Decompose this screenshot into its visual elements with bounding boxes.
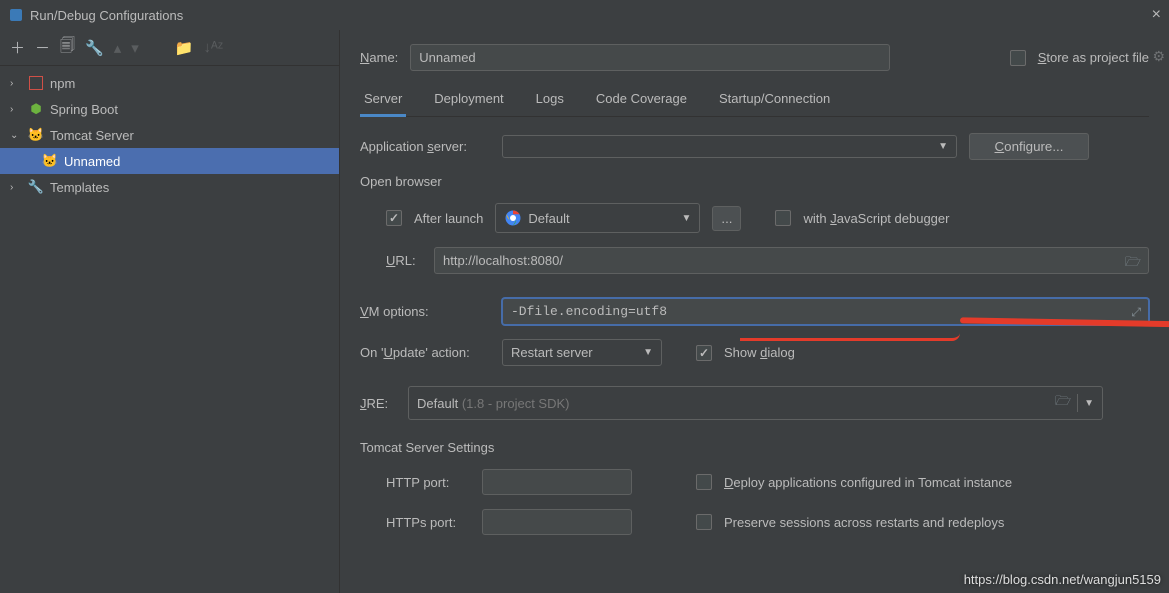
browser-dropdown[interactable]: Default ▼ (495, 203, 700, 233)
chevron-down-icon: ⌄ (10, 130, 22, 141)
up-icon[interactable]: ▴ (114, 39, 122, 57)
tree-label: Unnamed (64, 154, 120, 169)
tomcat-settings-label: Tomcat Server Settings (360, 440, 1149, 455)
chevron-down-icon: ▼ (681, 213, 691, 224)
tab-logs[interactable]: Logs (532, 85, 568, 116)
tree-node-npm[interactable]: › npm (0, 70, 339, 96)
configure-button[interactable]: Configure... (969, 133, 1089, 160)
gear-icon[interactable]: ⚙ (1152, 48, 1165, 65)
deploy-apps-checkbox[interactable] (696, 474, 712, 490)
js-debugger-label: with JavaScript debugger (803, 211, 949, 226)
remove-icon[interactable]: － (35, 37, 50, 58)
tree-label: Tomcat Server (50, 128, 134, 143)
tree-node-spring-boot[interactable]: › ⬢ Spring Boot (0, 96, 339, 122)
https-port-input[interactable] (482, 509, 632, 535)
tab-deployment[interactable]: Deployment (430, 85, 507, 116)
copy-icon[interactable]: 🗐 (60, 35, 75, 60)
jre-value: Default (417, 396, 458, 411)
http-port-label: HTTP port: (386, 475, 470, 490)
tree-label: Templates (50, 180, 109, 195)
jre-dropdown[interactable]: Default (1.8 - project SDK) 🗁 ▼ (408, 386, 1103, 420)
preserve-sessions-label: Preserve sessions across restarts and re… (724, 515, 1004, 530)
chevron-right-icon: › (10, 104, 22, 115)
store-label: Store as project file (1038, 50, 1149, 65)
js-debugger-checkbox[interactable] (775, 210, 791, 226)
tomcat-icon: 🐱 (28, 127, 44, 143)
window-title: Run/Debug Configurations (30, 8, 183, 23)
close-icon[interactable]: × (1152, 6, 1161, 24)
sidebar: ＋ － 🗐 🔧 ▴ ▾ 📁 ↓ᴬᶻ › npm › ⬢ Spring Boot … (0, 30, 340, 593)
chevron-down-icon: ▼ (938, 141, 948, 152)
url-label: URL: (386, 253, 422, 268)
chevron-down-icon: ▼ (643, 347, 653, 358)
on-update-label: On 'Update' action: (360, 345, 490, 360)
show-dialog-checkbox[interactable] (696, 345, 712, 361)
sidebar-toolbar: ＋ － 🗐 🔧 ▴ ▾ 📁 ↓ᴬᶻ (0, 30, 339, 66)
deploy-apps-label: Deploy applications configured in Tomcat… (724, 475, 1012, 490)
tree-node-unnamed[interactable]: 🐱 Unnamed (0, 148, 339, 174)
jre-hint: (1.8 - project SDK) (462, 396, 570, 411)
after-launch-label: After launch (414, 211, 483, 226)
show-dialog-label: Show dialog (724, 345, 795, 360)
content-panel: ⚙ Name: Store as project file Server Dep… (340, 30, 1169, 593)
https-port-label: HTTPs port: (386, 515, 470, 530)
tabs: Server Deployment Logs Code Coverage Sta… (360, 85, 1149, 117)
chrome-icon (504, 209, 522, 227)
folder-icon[interactable]: 🗁 (1125, 253, 1141, 275)
url-input[interactable] (434, 247, 1149, 274)
after-launch-checkbox[interactable] (386, 210, 402, 226)
tree-label: Spring Boot (50, 102, 118, 117)
name-input[interactable] (410, 44, 890, 71)
app-server-dropdown[interactable]: ▼ (502, 135, 957, 158)
preserve-sessions-checkbox[interactable] (696, 514, 712, 530)
folder-icon[interactable]: 📁 (175, 39, 194, 57)
name-label: Name: (360, 50, 398, 65)
app-server-label: Application server: (360, 139, 490, 154)
tree-label: npm (50, 76, 75, 91)
wrench-icon[interactable]: 🔧 (85, 39, 104, 57)
sort-icon[interactable]: ↓ᴬᶻ (203, 39, 223, 56)
browser-more-button[interactable]: ... (712, 206, 741, 231)
title-bar: Run/Debug Configurations × (0, 0, 1169, 30)
chevron-right-icon: › (10, 182, 22, 193)
on-update-value: Restart server (511, 345, 593, 360)
npm-icon (28, 76, 44, 90)
template-wrench-icon: 🔧 (28, 179, 44, 195)
expand-icon[interactable]: ⤢ (1131, 305, 1141, 320)
store-checkbox[interactable] (1010, 50, 1026, 66)
open-browser-label: Open browser (360, 174, 1149, 189)
spring-icon: ⬢ (28, 101, 44, 117)
tab-startup[interactable]: Startup/Connection (715, 85, 834, 116)
add-icon[interactable]: ＋ (10, 37, 25, 58)
tree-node-tomcat[interactable]: ⌄ 🐱 Tomcat Server (0, 122, 339, 148)
folder-icon[interactable]: 🗁 (1055, 392, 1071, 414)
tab-code-coverage[interactable]: Code Coverage (592, 85, 691, 116)
chevron-right-icon: › (10, 78, 22, 89)
vm-options-label: VM options: (360, 304, 490, 319)
down-icon[interactable]: ▾ (131, 39, 139, 57)
chevron-down-icon: ▼ (1084, 398, 1094, 409)
on-update-dropdown[interactable]: Restart server ▼ (502, 339, 662, 366)
tree-node-templates[interactable]: › 🔧 Templates (0, 174, 339, 200)
vm-options-input[interactable] (502, 298, 1149, 325)
watermark: https://blog.csdn.net/wangjun5159 (964, 572, 1161, 587)
browser-value: Default (528, 211, 569, 226)
tab-server[interactable]: Server (360, 85, 406, 116)
http-port-input[interactable] (482, 469, 632, 495)
jre-label: JRE: (360, 396, 396, 411)
app-icon (8, 7, 24, 23)
tomcat-run-icon: 🐱 (42, 153, 58, 169)
config-tree: › npm › ⬢ Spring Boot ⌄ 🐱 Tomcat Server … (0, 66, 339, 200)
